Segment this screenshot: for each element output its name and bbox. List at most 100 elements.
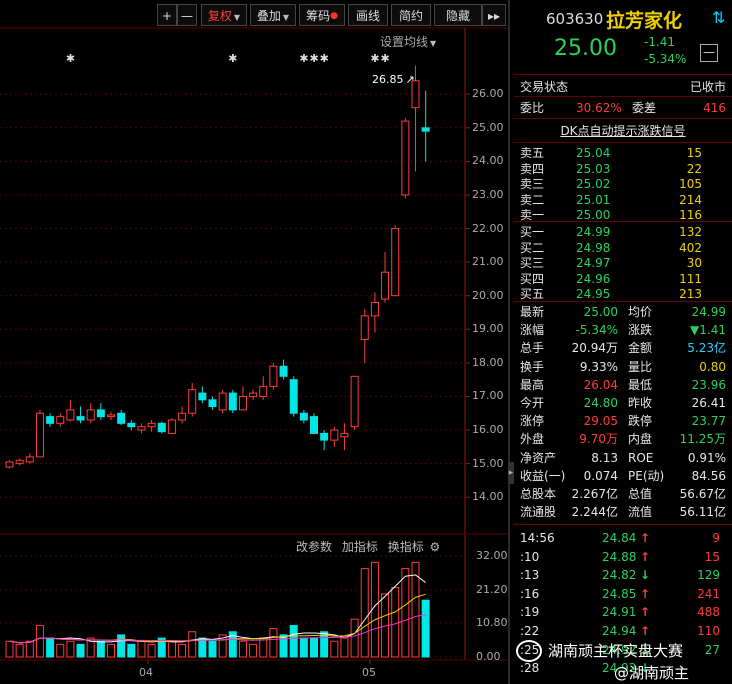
volume-bar [35,624,44,658]
candle-body [46,416,55,424]
volume-bar [249,643,258,658]
candle-body [137,426,146,431]
stat-value: 11.25万 [679,432,726,447]
stat-row: 今开 24.80 昨收 26.41 [514,395,732,411]
watermark-line-2: @湖南顽主 [614,664,690,682]
tick-volume: 9 [712,531,720,545]
stat-label: 涨跌 [628,323,653,338]
stat-label: 涨停 [520,414,545,429]
signal-star-icon: ✱ [319,52,329,65]
tick-row: :16 24.85 ↑ 241 [514,586,732,602]
candle-body [381,271,390,300]
candle-body [5,461,14,468]
stat-value: 20.94万 [571,341,618,356]
stat-row: 外盘 9.70万 内盘 11.25万 [514,431,732,447]
tick-volume: 15 [704,549,720,564]
tick-direction-icon: ↑ [640,605,651,620]
minimize-icon[interactable]: — [700,44,718,62]
change-params-button[interactable]: 改参数 [296,540,332,554]
divider [514,221,732,222]
stat-value: 25.00 [583,305,618,319]
candle-body [86,409,95,421]
volume-bar [269,628,278,658]
stat-label: ROE [628,450,654,465]
candle-body [188,389,197,414]
tick-direction-icon: ↑ [640,531,651,545]
candle-body [269,365,278,387]
ask-row: 卖三 25.02 105 [514,176,732,192]
ask-level-label: 卖五 [520,146,545,160]
price-tick-label: 23.00 [472,187,504,201]
tick-price: 24.85 [602,586,637,601]
tick-time: :16 [520,586,540,601]
month-label: 05 [362,666,376,679]
stat-label: 跌停 [628,414,653,429]
trade-status-label: 交易状态 [520,80,569,94]
candle-body [421,127,430,132]
price-tick-label: 25.00 [472,120,504,134]
volume-series [5,561,430,658]
signal-star-icon: ✱ [228,52,238,65]
switch-indicator-button[interactable]: 换指标 [388,540,424,554]
price-tick-label: 16.00 [472,423,504,437]
panel-divider[interactable] [508,0,510,684]
ma-settings-button[interactable]: 设置均线 ▼ [380,33,436,50]
tick-row: :13 24.82 ↓ 129 [514,567,732,583]
price-change-pct: -5.34% [644,52,687,66]
volume-bar [127,643,136,658]
volume-bar [289,624,298,658]
bid-row: 买一 24.99 132 [514,224,732,240]
candle-body [391,228,400,297]
stat-label: 金额 [628,341,653,356]
stat-label: 收益(一) [520,468,566,483]
candle-body [127,422,136,428]
gear-icon[interactable]: ⚙ [430,540,441,554]
stat-value: ▼1.41 [690,323,726,338]
stat-row: 收益(一) 0.074 PE(动) 84.56 [514,468,732,484]
tick-volume: 241 [697,586,720,601]
watermark-line-1: 湖南顽主杯实盘大赛 [548,642,684,660]
stat-value: 2.244亿 [571,505,618,520]
bid-volume: 213 [679,287,702,301]
volume-bar [330,640,339,658]
stock-swap-icon[interactable]: ⇅ [712,8,725,27]
stat-value: 0.80 [699,359,726,374]
ask-row: 卖四 25.03 22 [514,161,732,177]
ask-level-label: 卖四 [520,161,545,176]
volume-bar [198,637,207,658]
volume-bar [299,637,308,658]
ma-settings-label: 设置均线 [380,35,429,49]
candle-body [310,416,318,434]
pointer-arrow-icon: ↗ [405,73,415,86]
stat-value: 84.56 [691,468,726,483]
candle-body [249,392,258,397]
volume-bar [76,643,85,658]
volume-tick-label: 21.20 [476,583,508,597]
indicator-toolbar: 改参数 加指标 换指标 ⚙ [296,538,440,555]
stat-value: 23.77 [691,414,726,429]
signal-star-icon: ✱ [65,52,76,65]
divider [514,301,732,302]
stat-value: 24.80 [583,396,618,410]
price-tick-label: 14.00 [472,490,504,504]
candle-body [35,412,44,458]
stat-label: 最低 [628,377,653,392]
candle-body [279,365,288,377]
add-indicator-button[interactable]: 加指标 [342,540,378,554]
stat-label: 总值 [628,487,653,501]
candle-body [289,379,298,414]
kline-chart[interactable] [0,0,508,684]
stat-label: 流通股 [520,505,557,520]
volume-bar [117,634,126,658]
bid-price: 24.99 [576,225,611,239]
volume-bar [56,643,65,658]
bid-price: 24.98 [576,240,611,255]
dk-signal-link[interactable]: DK点自动提示涨跌信号 [560,124,685,138]
tick-volume: 129 [697,568,720,583]
candle-body [178,412,187,421]
bid-volume: 111 [679,271,702,286]
candle-body [360,315,369,340]
volume-bar [15,643,24,658]
stat-label: 昨收 [628,396,653,410]
stat-label: 量比 [628,359,653,374]
